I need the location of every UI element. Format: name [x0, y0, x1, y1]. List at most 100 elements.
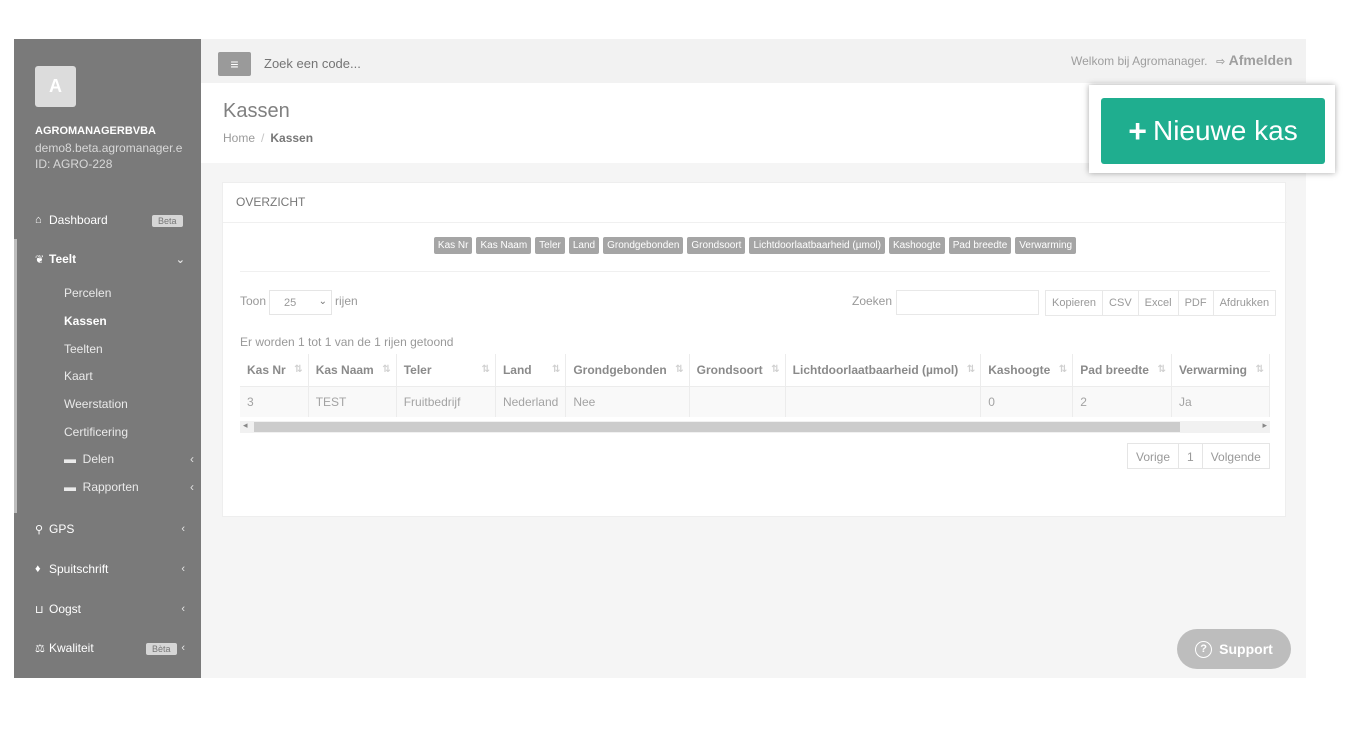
sidebar-item-label: Kwaliteit — [49, 641, 94, 655]
prev-page-button[interactable]: Vorige — [1128, 444, 1180, 468]
sidebar-item-percelen[interactable]: Percelen — [64, 286, 111, 300]
horizontal-scrollbar[interactable]: ◂ ▸ — [240, 420, 1270, 433]
column-toggle[interactable]: Land — [568, 237, 600, 254]
col-header[interactable]: Verwarming ⇅ — [1171, 354, 1270, 387]
folder-icon: ▬ — [64, 480, 76, 494]
scroll-left-icon[interactable]: ◂ — [243, 420, 248, 431]
table-search-input[interactable] — [896, 290, 1039, 315]
col-header[interactable]: Grondgebonden ⇅ — [565, 354, 690, 387]
support-button[interactable]: ? Support — [1177, 629, 1291, 669]
sidebar-item-teelten[interactable]: Teelten — [64, 342, 103, 356]
menu-toggle-button[interactable]: ≡ — [218, 52, 251, 76]
chevron-left-icon: ‹ — [190, 480, 194, 494]
new-kas-button[interactable]: + Nieuwe kas — [1101, 98, 1325, 164]
breadcrumb: Home / Kassen — [223, 131, 314, 145]
sidebar-item-spuitschrift[interactable]: ♦ Spuitschrift ‹ — [14, 554, 201, 584]
sidebar-item-dashboard[interactable]: ⌂ Dashboard Beta — [14, 205, 201, 235]
sidebar: A AGROMANAGERBVBA demo8.beta.agromanager… — [14, 39, 201, 678]
column-toggle[interactable]: Lichtdoorlaatbaarheid (µmol) — [749, 237, 885, 254]
col-header[interactable]: Kashoogte ⇅ — [980, 354, 1074, 387]
sidebar-item-delen[interactable]: ▬ Delen ‹ — [64, 452, 194, 466]
column-toggles: Kas Nr Kas Naam Teler Land Grondgebonden… — [223, 237, 1287, 254]
chevron-left-icon: ‹ — [181, 563, 185, 575]
table-info: Er worden 1 tot 1 van de 1 rijen getoond — [240, 335, 454, 349]
overview-panel: OVERZICHT Kas Nr Kas Naam Teler Land Gro… — [222, 182, 1287, 517]
sidebar-item-kwaliteit[interactable]: ⚖ Kwaliteit Bèta ‹ — [14, 633, 201, 663]
column-toggle[interactable]: Kashoogte — [888, 237, 945, 254]
question-icon: ? — [1195, 640, 1213, 658]
sidebar-item-kaart[interactable]: Kaart — [64, 369, 93, 383]
folder-icon: ▬ — [64, 452, 76, 466]
breadcrumb-home[interactable]: Home — [223, 131, 255, 145]
page-1-button[interactable]: 1 — [1179, 444, 1203, 468]
map-marker-icon: ⚲ — [35, 523, 44, 536]
sidebar-item-oogst[interactable]: ⊔ Oogst ‹ — [14, 594, 201, 624]
sidebar-item-label: GPS — [49, 522, 75, 536]
column-toggle[interactable]: Grondgebonden — [603, 237, 684, 254]
code-search-input[interactable] — [264, 56, 564, 71]
sort-icon: ⇅ — [1255, 364, 1264, 375]
sidebar-item-kassen[interactable]: Kassen — [64, 314, 107, 328]
column-toggle[interactable]: Kas Naam — [476, 237, 532, 254]
logout-link[interactable]: ⇨ Afmelden — [1216, 52, 1292, 68]
sidebar-item-weerstation[interactable]: Weerstation — [64, 397, 128, 411]
col-header[interactable]: Land ⇅ — [495, 354, 567, 387]
col-header[interactable]: Pad breedte ⇅ — [1072, 354, 1172, 387]
droplet-icon: ♦ — [35, 563, 41, 575]
column-toggle[interactable]: Kas Nr — [433, 237, 473, 254]
sidebar-item-certificering[interactable]: Certificering — [64, 425, 128, 439]
sort-icon: ⇅ — [1058, 364, 1068, 375]
sort-icon: ⇅ — [771, 364, 780, 375]
chevron-down-icon: ⌄ — [175, 253, 185, 266]
pagination: Vorige 1 Volgende — [1127, 443, 1270, 469]
sort-icon: ⇅ — [481, 364, 490, 375]
cell: Nee — [565, 386, 690, 417]
sidebar-item-teelt[interactable]: ❦ Teelt ⌄ — [14, 244, 201, 274]
leaf-icon: ❦ — [35, 253, 45, 266]
page-size-select[interactable]: 25 ⌄ — [269, 290, 332, 315]
scrollbar-thumb[interactable] — [254, 422, 1180, 432]
table-row[interactable]: 3 TEST Fruitbedrijf Nederland Nee 0 2 Ja — [240, 386, 1270, 417]
support-label: Support — [1219, 641, 1273, 657]
export-buttons: Kopieren CSV Excel PDF Afdrukken — [1045, 290, 1277, 316]
col-header[interactable]: Teler ⇅ — [396, 354, 496, 387]
chevron-left-icon: ‹ — [190, 452, 194, 466]
cell — [785, 386, 982, 417]
column-toggle[interactable]: Verwarming — [1015, 237, 1077, 254]
copy-button[interactable]: Kopieren — [1046, 291, 1104, 315]
page-title: Kassen — [223, 100, 290, 122]
cell: 3 — [240, 386, 309, 417]
chevron-left-icon: ‹ — [181, 642, 185, 654]
new-kas-callout: + Nieuwe kas — [1089, 85, 1335, 173]
column-toggle[interactable]: Grondsoort — [687, 237, 746, 254]
home-icon: ⌂ — [35, 214, 42, 226]
col-header[interactable]: Lichtdoorlaatbaarheid (µmol) ⇅ — [785, 354, 982, 387]
sidebar-item-gps[interactable]: ⚲ GPS ‹ — [14, 514, 201, 544]
sort-icon: ⇅ — [1157, 364, 1166, 375]
sort-icon: ⇅ — [294, 364, 303, 375]
divider — [223, 222, 1287, 223]
cell — [689, 386, 786, 417]
csv-button[interactable]: CSV — [1103, 291, 1139, 315]
sidebar-item-rapporten[interactable]: ▬ Rapporten ‹ — [64, 480, 194, 494]
chevron-left-icon: ‹ — [181, 603, 185, 615]
column-toggle[interactable]: Teler — [535, 237, 565, 254]
next-page-button[interactable]: Volgende — [1203, 444, 1269, 468]
col-header[interactable]: Kas Nr ⇅ — [240, 354, 309, 387]
sidebar-item-label: Teelt — [49, 252, 77, 266]
column-toggle[interactable]: Pad breedte — [948, 237, 1012, 254]
col-header[interactable]: Grondsoort ⇅ — [689, 354, 786, 387]
topbar: ≡ Welkom bij Agromanager. ⇨ Afmelden — [201, 39, 1306, 83]
plus-icon: + — [1128, 112, 1147, 149]
excel-button[interactable]: Excel — [1139, 291, 1179, 315]
sidebar-item-label: Spuitschrift — [49, 562, 109, 576]
welcome-text: Welkom bij Agromanager. — [1071, 54, 1208, 68]
scroll-right-icon[interactable]: ▸ — [1262, 420, 1267, 431]
cell: TEST — [308, 386, 397, 417]
pdf-button[interactable]: PDF — [1179, 291, 1214, 315]
sidebar-item-label: Rapporten — [82, 480, 139, 494]
print-button[interactable]: Afdrukken — [1214, 291, 1276, 315]
scale-icon: ⚖ — [35, 642, 45, 655]
col-header[interactable]: Kas Naam ⇅ — [308, 354, 397, 387]
sidebar-item-label: Oogst — [49, 602, 82, 616]
